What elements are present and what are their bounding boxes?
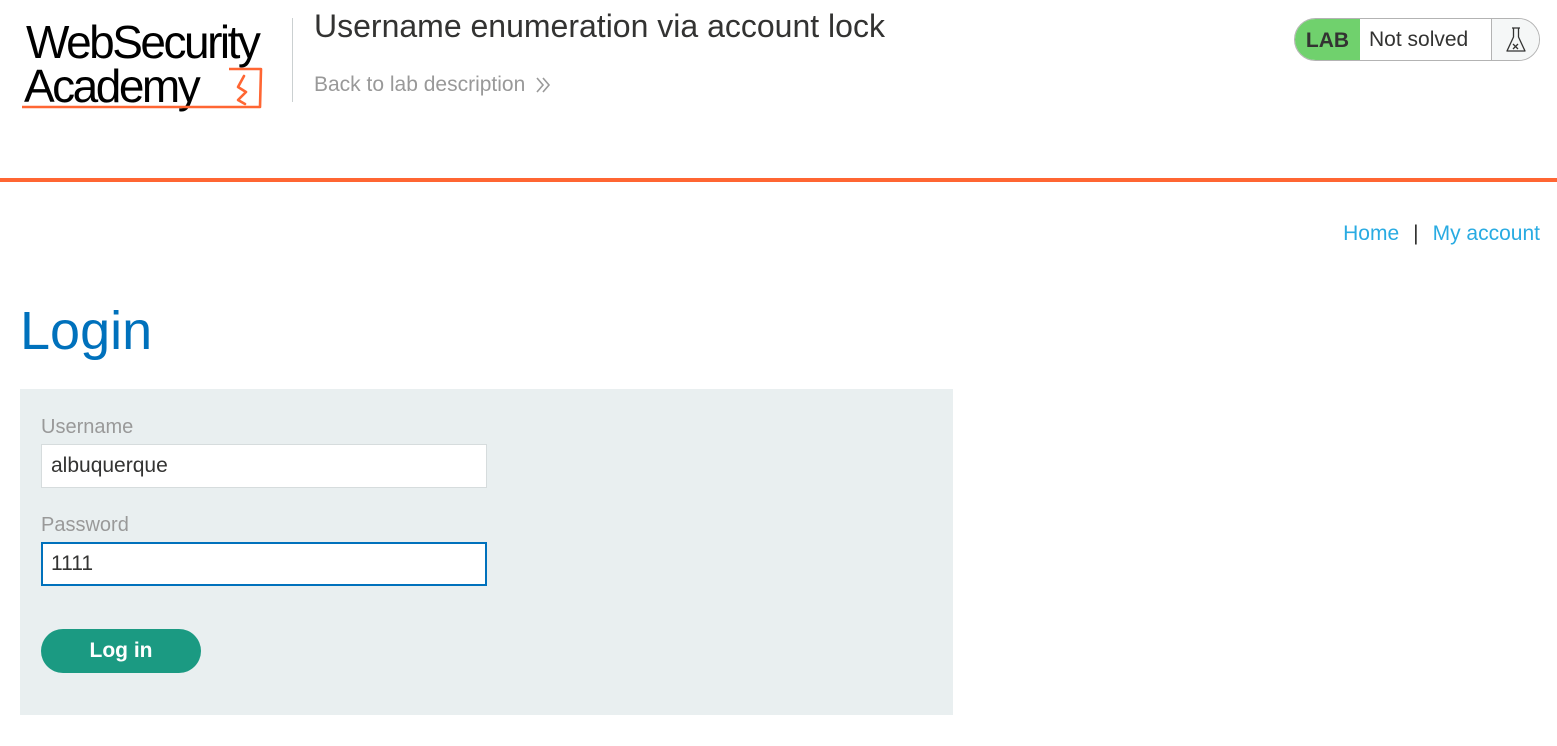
password-input[interactable] [41, 542, 487, 586]
nav-separator: | [1413, 222, 1419, 245]
log-in-button[interactable]: Log in [41, 629, 201, 673]
header-divider [292, 18, 293, 102]
top-navigation: Home | My account [1343, 222, 1540, 246]
username-input[interactable] [41, 444, 487, 488]
flask-icon [1492, 19, 1539, 60]
lab-status-widget: LAB Not solved [1294, 18, 1540, 61]
login-form: Username Password Log in [20, 389, 953, 715]
lab-badge: LAB [1295, 19, 1360, 60]
web-security-academy-logo[interactable]: WebSecurity Academy [20, 16, 290, 112]
password-label: Password [41, 514, 129, 536]
double-chevron-right-icon [536, 77, 551, 93]
home-link[interactable]: Home [1343, 222, 1399, 246]
lab-title: Username enumeration via account lock [314, 8, 885, 44]
lab-status-text: Not solved [1360, 19, 1492, 60]
username-label: Username [41, 416, 134, 438]
back-link-label: Back to lab description [314, 73, 526, 96]
back-to-lab-description-link[interactable]: Back to lab description [314, 73, 551, 97]
page-title: Login [20, 301, 153, 361]
logo-line-2: Academy [24, 60, 201, 112]
my-account-link[interactable]: My account [1433, 222, 1540, 246]
logo-graphic: WebSecurity Academy [22, 16, 263, 112]
lab-header: WebSecurity Academy Username enumeration… [0, 0, 1557, 182]
logo-lightning-mark [236, 74, 248, 106]
